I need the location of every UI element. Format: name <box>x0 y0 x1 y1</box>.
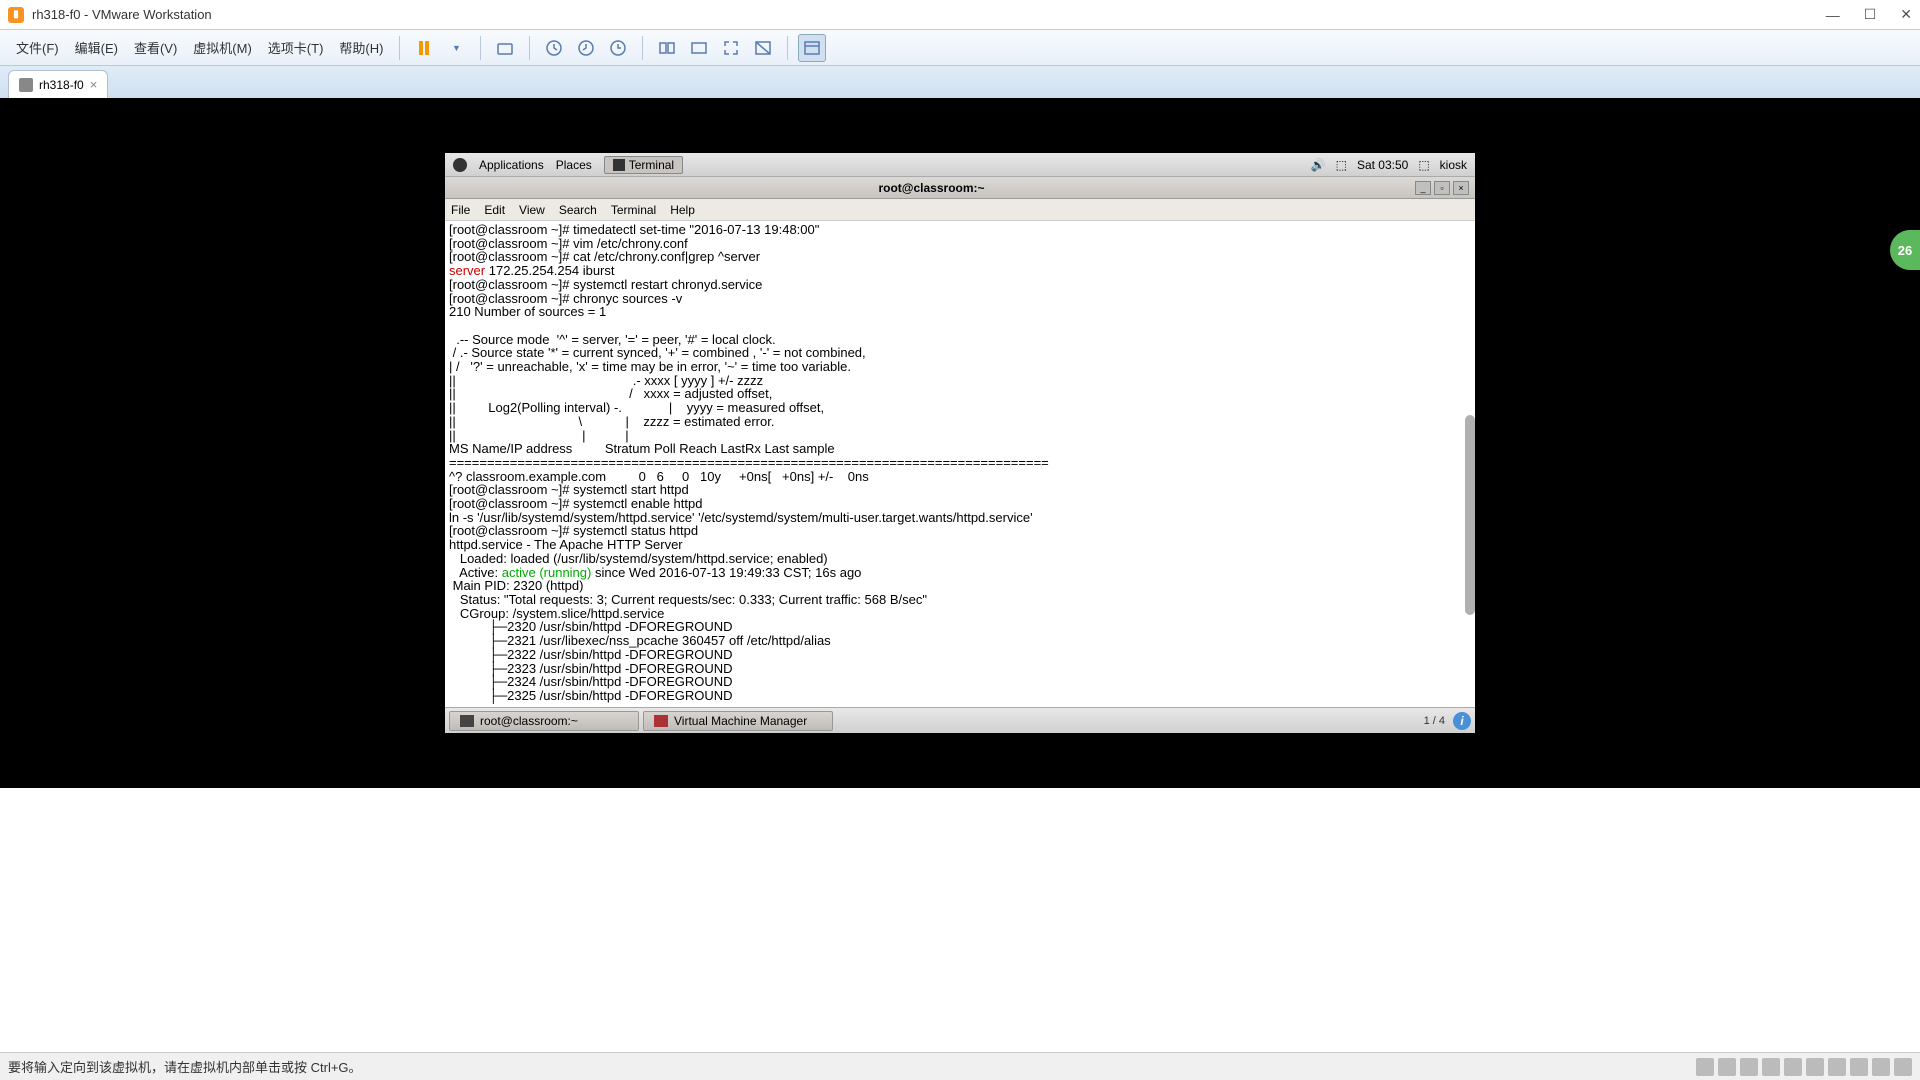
library-button[interactable] <box>798 34 826 62</box>
terminal-output[interactable]: [root@classroom ~]# timedatectl set-time… <box>445 221 1475 707</box>
minimize-button[interactable]: — <box>1826 7 1840 23</box>
vmware-statusbar: 要将输入定向到该虚拟机，请在虚拟机内部单击或按 Ctrl+G。 <box>0 1052 1920 1080</box>
taskbar-item-vmm[interactable]: Virtual Machine Manager <box>643 711 833 731</box>
terminal-task-icon <box>460 715 474 727</box>
term-menu-terminal[interactable]: Terminal <box>611 203 656 217</box>
clock-back-icon <box>576 38 596 58</box>
vm-tab-icon <box>19 78 33 92</box>
menu-vm[interactable]: 虚拟机(M) <box>187 35 258 60</box>
window-titlebar: ▮ rh318-f0 - VMware Workstation — ☐ ✕ <box>0 0 1920 30</box>
tab-vm[interactable]: rh318-f0 × <box>8 70 108 98</box>
menu-file[interactable]: 文件(F) <box>10 35 65 60</box>
screen-single-icon <box>689 38 709 58</box>
tray-cdrom-icon[interactable] <box>1718 1058 1736 1076</box>
revert-button[interactable] <box>572 34 600 62</box>
terminal-menubar: File Edit View Search Terminal Help <box>445 199 1475 221</box>
fullscreen-icon <box>721 38 741 58</box>
terminal-close-button[interactable]: × <box>1453 181 1469 195</box>
tray-folder-icon[interactable] <box>1894 1058 1912 1076</box>
gnome-active-app[interactable]: Terminal <box>604 156 683 174</box>
separator <box>642 36 643 60</box>
snapshot-button[interactable] <box>540 34 568 62</box>
close-button[interactable]: ✕ <box>1900 6 1912 23</box>
keys-icon <box>495 38 515 58</box>
send-ctrl-alt-del-button[interactable] <box>491 34 519 62</box>
tray-sound-icon[interactable] <box>1784 1058 1802 1076</box>
status-message: 要将输入定向到该虚拟机，请在虚拟机内部单击或按 Ctrl+G。 <box>8 1057 1696 1076</box>
fullscreen-button[interactable] <box>717 34 745 62</box>
gnome-app-label: Terminal <box>629 158 674 172</box>
status-tray <box>1696 1058 1912 1076</box>
power-dropdown[interactable]: ▼ <box>442 34 470 62</box>
term-menu-view[interactable]: View <box>519 203 545 217</box>
tray-harddisk-icon[interactable] <box>1696 1058 1714 1076</box>
unity-button[interactable] <box>749 34 777 62</box>
taskbar-item-terminal[interactable]: root@classroom:~ <box>449 711 639 731</box>
tray-printer-icon[interactable] <box>1762 1058 1780 1076</box>
user-icon: ⬚ <box>1418 158 1429 172</box>
vmware-menubar: 文件(F) 编辑(E) 查看(V) 虚拟机(M) 选项卡(T) 帮助(H) ▼ <box>0 30 1920 66</box>
gnome-bottom-panel: root@classroom:~ Virtual Machine Manager… <box>445 707 1475 733</box>
terminal-minimize-button[interactable]: _ <box>1415 181 1431 195</box>
maximize-button[interactable]: ☐ <box>1864 6 1877 23</box>
scrollbar[interactable] <box>1465 415 1475 615</box>
tray-floppy-icon[interactable] <box>1850 1058 1868 1076</box>
term-menu-search[interactable]: Search <box>559 203 597 217</box>
terminal-titlebar[interactable]: root@classroom:~ _ ▫ × <box>445 177 1475 199</box>
library-icon <box>802 38 822 58</box>
tab-close-button[interactable]: × <box>90 77 98 92</box>
gnome-places-menu[interactable]: Places <box>556 158 592 172</box>
view-mode-1-button[interactable] <box>653 34 681 62</box>
term-menu-file[interactable]: File <box>451 203 470 217</box>
menu-edit[interactable]: 编辑(E) <box>69 35 124 60</box>
tab-label: rh318-f0 <box>39 78 84 92</box>
separator <box>787 36 788 60</box>
task-label: root@classroom:~ <box>480 714 578 728</box>
volume-icon[interactable]: 🔊 <box>1311 158 1326 172</box>
tray-message-icon[interactable] <box>1872 1058 1890 1076</box>
terminal-window: root@classroom:~ _ ▫ × File Edit View Se… <box>445 177 1475 707</box>
window-title: rh318-f0 - VMware Workstation <box>32 7 1826 22</box>
app-icon: ▮ <box>8 7 24 23</box>
vmware-tabbar: rh318-f0 × <box>0 66 1920 98</box>
info-icon[interactable]: i <box>1453 712 1471 730</box>
gnome-applications-menu[interactable]: Applications <box>479 158 544 172</box>
gnome-top-panel: Applications Places Terminal 🔊 ⬚ Sat 03:… <box>445 153 1475 177</box>
tray-usb-icon[interactable] <box>1806 1058 1824 1076</box>
clock-icon <box>544 38 564 58</box>
tray-network-icon[interactable] <box>1740 1058 1758 1076</box>
tray-display-icon[interactable] <box>1828 1058 1846 1076</box>
task-label: Virtual Machine Manager <box>674 714 807 728</box>
vm-display-area[interactable]: Applications Places Terminal 🔊 ⬚ Sat 03:… <box>0 98 1920 788</box>
snapshot-manager-button[interactable] <box>604 34 632 62</box>
workspace-indicator[interactable]: 1 / 4 <box>1424 715 1445 727</box>
pause-button[interactable] <box>410 34 438 62</box>
terminal-app-icon <box>613 159 625 171</box>
user-label[interactable]: kiosk <box>1440 158 1467 172</box>
gnome-foot-icon <box>453 158 467 172</box>
separator <box>480 36 481 60</box>
gnome-desktop: Applications Places Terminal 🔊 ⬚ Sat 03:… <box>445 153 1475 733</box>
vmm-task-icon <box>654 715 668 727</box>
separator <box>399 36 400 60</box>
unity-icon <box>753 38 773 58</box>
screen-icon <box>657 38 677 58</box>
terminal-title: root@classroom:~ <box>451 181 1412 195</box>
clock-manage-icon <box>608 38 628 58</box>
term-menu-help[interactable]: Help <box>670 203 695 217</box>
network-icon[interactable]: ⬚ <box>1336 158 1347 172</box>
menu-view[interactable]: 查看(V) <box>128 35 183 60</box>
terminal-maximize-button[interactable]: ▫ <box>1434 181 1450 195</box>
menu-help[interactable]: 帮助(H) <box>333 35 389 60</box>
menu-tabs[interactable]: 选项卡(T) <box>262 35 330 60</box>
view-mode-2-button[interactable] <box>685 34 713 62</box>
separator <box>529 36 530 60</box>
term-menu-edit[interactable]: Edit <box>484 203 505 217</box>
clock-label[interactable]: Sat 03:50 <box>1357 158 1408 172</box>
